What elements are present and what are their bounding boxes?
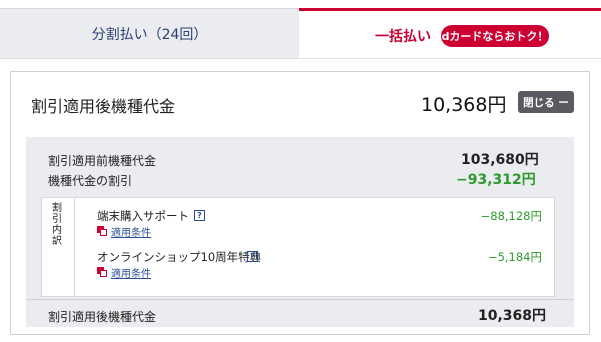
- help-icon[interactable]: ?: [247, 251, 258, 262]
- breakdown-label: 割引内訳: [52, 203, 62, 247]
- conditions-link[interactable]: 適用条件: [111, 265, 151, 280]
- discount-item-name: オンラインショップ10周年特典: [97, 250, 262, 264]
- discount-breakdown: 割引内訳 端末購入サポート ? 適用条件 −88,128円 オンラインショップ1…: [41, 197, 555, 297]
- conditions-icon: [97, 226, 107, 236]
- tabs-divider: [0, 58, 601, 59]
- tab-installment-label: 分割払い（24回）: [91, 27, 208, 43]
- price-detail-panel: 割引適用前機種代金 103,680円 機種代金の割引 −93,312円 割引内訳…: [26, 137, 574, 327]
- summary-amount: 10,368円: [421, 94, 507, 116]
- conditions-link[interactable]: 適用条件: [111, 224, 151, 239]
- after-discount-value: 10,368円: [478, 308, 547, 324]
- payment-tabs: 分割払い（24回） 一括払い dカードならおトク！: [0, 0, 601, 59]
- discount-item-amount: −5,184円: [487, 250, 542, 264]
- close-button[interactable]: 閉じる ー: [518, 91, 574, 113]
- tab-lump-sum-label: 一括払い: [375, 29, 431, 45]
- total-divider: [26, 299, 574, 300]
- tab-lump-sum[interactable]: 一括払い dカードならおトク！: [299, 8, 601, 59]
- discount-label: 機種代金の割引: [48, 174, 133, 188]
- dcard-promo-badge[interactable]: dカードならおトク！: [441, 25, 549, 47]
- conditions-icon: [97, 267, 107, 277]
- discount-item-name: 端末購入サポート: [97, 209, 189, 223]
- before-discount-label: 割引適用前機種代金: [48, 154, 157, 168]
- breakdown-divider: [74, 198, 75, 296]
- before-discount-value: 103,680円: [461, 152, 539, 168]
- help-icon[interactable]: ?: [194, 210, 205, 221]
- price-card: 割引適用後機種代金 10,368円 閉じる ー 割引適用前機種代金 103,68…: [10, 71, 590, 335]
- discount-item-amount: −88,128円: [480, 209, 542, 223]
- discount-value: −93,312円: [456, 172, 536, 188]
- after-discount-label: 割引適用後機種代金: [48, 310, 157, 324]
- tab-installment[interactable]: 分割払い（24回）: [0, 8, 299, 59]
- summary-title: 割引適用後機種代金: [31, 97, 176, 116]
